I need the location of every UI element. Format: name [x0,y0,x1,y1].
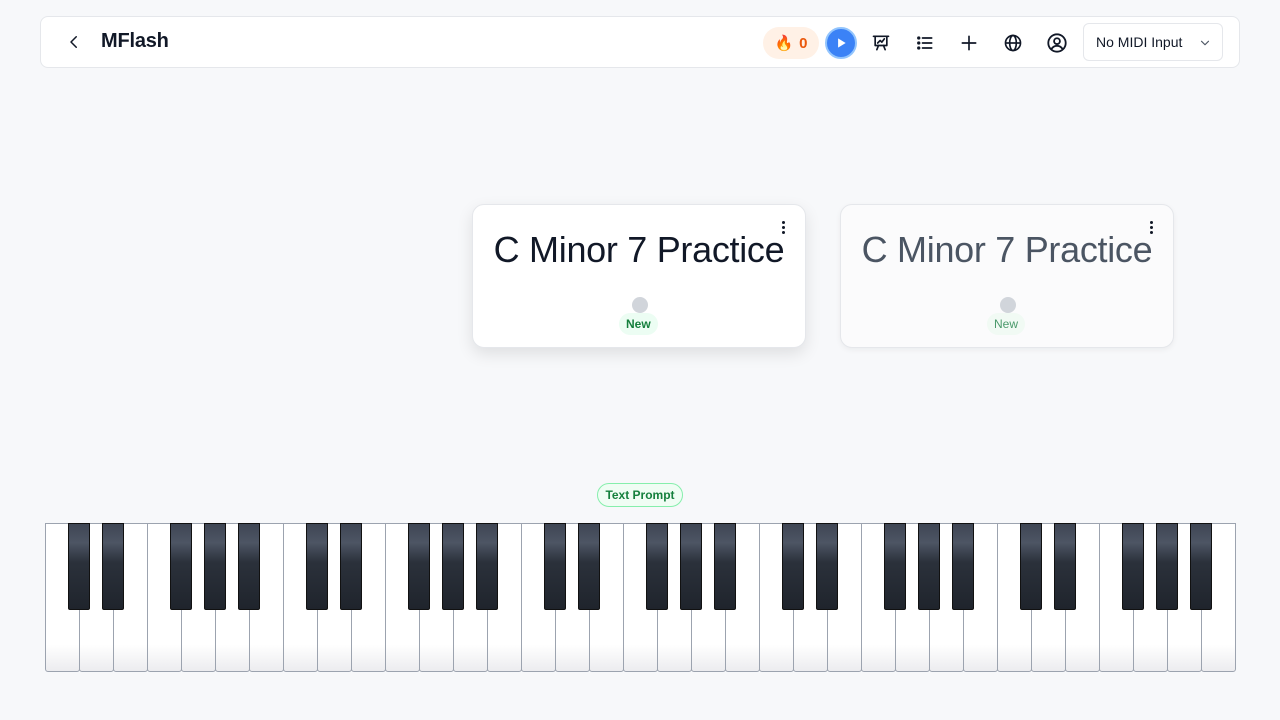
piano-black-key[interactable] [918,523,940,610]
piano-black-key[interactable] [952,523,974,610]
language-button[interactable] [1001,31,1025,55]
flashcard-current[interactable]: C Minor 7 Practice New [472,204,806,348]
status-dot [632,297,648,313]
piano-keyboard[interactable] [45,523,1236,672]
piano-black-key[interactable] [816,523,838,610]
plus-icon [961,35,977,51]
piano-black-key[interactable] [408,523,430,610]
stats-button[interactable] [869,31,893,55]
streak-badge[interactable]: 🔥 0 [763,27,819,59]
chart-icon [872,35,890,51]
status-dot [1000,297,1016,313]
card-title: C Minor 7 Practice [861,229,1153,270]
piano-black-key[interactable] [544,523,566,610]
top-bar: MFlash 🔥 0 No MIDI Input [40,16,1240,68]
user-circle-icon [1047,33,1067,53]
piano-black-key[interactable] [476,523,498,610]
midi-input-label: No MIDI Input [1096,34,1183,50]
status-badge: New [619,313,658,335]
piano-black-key[interactable] [204,523,226,610]
piano-black-key[interactable] [1020,523,1042,610]
piano-black-key[interactable] [714,523,736,610]
piano-black-key[interactable] [340,523,362,610]
piano-black-key[interactable] [680,523,702,610]
flashcard-next[interactable]: C Minor 7 Practice New [840,204,1174,348]
piano-black-key[interactable] [884,523,906,610]
list-button[interactable] [913,31,937,55]
piano-black-key[interactable] [102,523,124,610]
chevron-left-icon [70,36,77,48]
piano-black-key[interactable] [442,523,464,610]
piano-black-key[interactable] [646,523,668,610]
list-icon [917,36,933,50]
flame-icon: 🔥 [774,35,794,52]
piano-black-key[interactable] [1054,523,1076,610]
piano-black-key[interactable] [578,523,600,610]
piano-black-key[interactable] [1122,523,1144,610]
back-button[interactable] [63,31,85,53]
piano-black-key[interactable] [1156,523,1178,610]
status-badge: New [987,313,1026,335]
piano-black-key[interactable] [782,523,804,610]
card-title: C Minor 7 Practice [493,229,785,270]
play-button[interactable] [825,27,857,59]
globe-icon [1004,34,1022,52]
piano-black-key[interactable] [306,523,328,610]
app-title: MFlash [101,30,169,52]
text-prompt-badge[interactable]: Text Prompt [597,483,683,507]
chevron-down-icon [1200,40,1210,46]
piano-black-key[interactable] [238,523,260,610]
piano-black-key[interactable] [68,523,90,610]
midi-input-select[interactable]: No MIDI Input [1083,23,1223,61]
piano-black-key[interactable] [1190,523,1212,610]
streak-count: 0 [799,34,808,52]
account-button[interactable] [1045,31,1069,55]
piano-black-key[interactable] [170,523,192,610]
play-icon [838,38,846,48]
add-button[interactable] [957,31,981,55]
